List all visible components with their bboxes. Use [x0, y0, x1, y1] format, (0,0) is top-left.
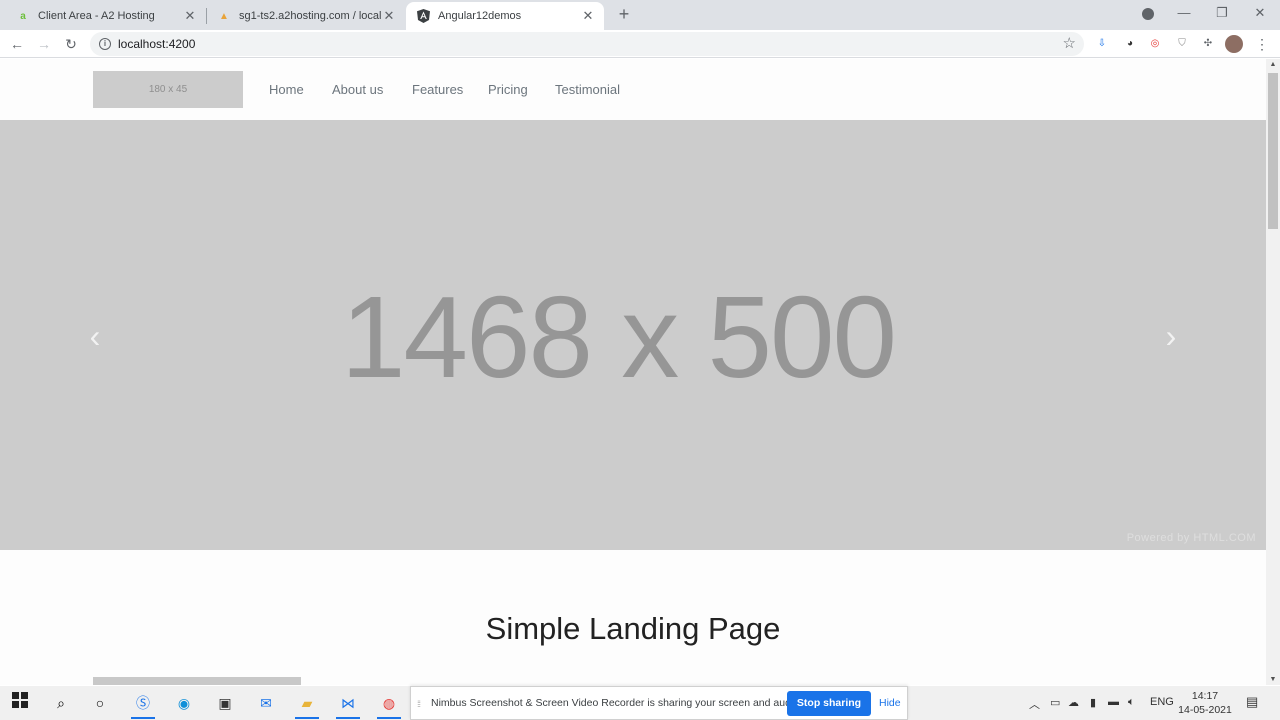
- scroll-down-icon[interactable]: ▼: [1269, 676, 1277, 683]
- clock-time: 14:17: [1191, 690, 1219, 702]
- tab-title: Client Area - A2 Hosting: [38, 10, 155, 22]
- chrome-icon[interactable]: ◍: [378, 692, 400, 714]
- forward-icon[interactable]: →: [34, 34, 54, 54]
- tray-chevron-icon[interactable]: ︿: [1029, 696, 1040, 712]
- scroll-up-icon[interactable]: ▲: [1269, 61, 1277, 68]
- angular-icon: [416, 9, 430, 23]
- browser-toolbar: ← → ↻ i localhost:4200 ☆ ⇩ ◕ ◎ ⛉ ✣ ⋮: [0, 30, 1280, 58]
- tab-title: sg1-ts2.a2hosting.com / localhos: [239, 10, 381, 22]
- language-indicator[interactable]: ENG: [1150, 696, 1174, 708]
- drag-handle-icon[interactable]: ⁞⁞: [417, 699, 421, 709]
- url-text[interactable]: localhost:4200: [118, 37, 195, 51]
- carousel-prev-icon[interactable]: ‹: [80, 316, 110, 356]
- minimize-icon[interactable]: —: [1166, 0, 1202, 28]
- extensions-puzzle-icon[interactable]: ✣: [1199, 35, 1217, 53]
- page-title: Simple Landing Page: [485, 611, 781, 646]
- tab-phpmyadmin[interactable]: ▲ sg1-ts2.a2hosting.com / localhos ✕: [207, 2, 405, 30]
- nav-testimonial[interactable]: Testimonial: [555, 82, 620, 97]
- page-viewport: 180 x 45 Home About us Features Pricing …: [0, 59, 1266, 685]
- profile-dropdown-icon[interactable]: [1130, 0, 1166, 28]
- new-tab-icon[interactable]: +: [614, 5, 634, 25]
- system-clock[interactable]: 14:17 14-05-2021: [1176, 689, 1234, 717]
- extension-record-icon[interactable]: ◎: [1146, 35, 1164, 53]
- tab-angular12demos[interactable]: Angular12demos ✕: [406, 2, 604, 30]
- active-indicator: [295, 717, 319, 719]
- content-placeholder: [93, 677, 301, 685]
- vscode-icon[interactable]: ⋈: [337, 692, 359, 714]
- extension-shield-icon[interactable]: ⛉: [1173, 35, 1191, 53]
- info-icon[interactable]: i: [99, 38, 111, 50]
- windows-start-icon[interactable]: [9, 692, 31, 714]
- tray-meet-icon[interactable]: ▭: [1050, 696, 1060, 709]
- address-bar[interactable]: i localhost:4200 ☆: [90, 32, 1084, 56]
- active-indicator: [336, 717, 360, 719]
- reload-icon[interactable]: ↻: [61, 34, 81, 54]
- screen-sharing-banner: ⁞⁞ Nimbus Screenshot & Screen Video Reco…: [410, 686, 908, 720]
- nav-pricing[interactable]: Pricing: [488, 82, 528, 97]
- close-tab-icon[interactable]: ✕: [182, 8, 198, 24]
- notifications-icon[interactable]: ▤: [1246, 694, 1258, 710]
- site-navbar: 180 x 45 Home About us Features Pricing …: [0, 59, 1266, 120]
- file-explorer-icon[interactable]: ▰: [296, 692, 318, 714]
- restore-icon[interactable]: ❐: [1204, 0, 1240, 28]
- carousel-next-icon[interactable]: ›: [1156, 316, 1186, 356]
- back-icon[interactable]: ←: [7, 34, 27, 54]
- nav-about-us[interactable]: About us: [332, 82, 383, 97]
- page-scrollbar[interactable]: ▲ ▼: [1266, 59, 1280, 685]
- battery-icon[interactable]: ▬: [1108, 696, 1119, 708]
- nav-home[interactable]: Home: [269, 82, 304, 97]
- close-window-icon[interactable]: ✕: [1242, 0, 1278, 28]
- tab-client-area[interactable]: a Client Area - A2 Hosting ✕: [0, 2, 206, 30]
- sharing-message: Nimbus Screenshot & Screen Video Recorde…: [431, 697, 803, 709]
- menu-kebab-icon[interactable]: ⋮: [1253, 35, 1271, 53]
- active-indicator: [131, 717, 155, 719]
- avatar[interactable]: [1225, 35, 1243, 53]
- hide-button[interactable]: Hide: [879, 697, 901, 709]
- close-tab-icon[interactable]: ✕: [580, 8, 596, 24]
- volume-icon[interactable]: 🔈︎: [1128, 696, 1135, 709]
- onedrive-icon[interactable]: ☁: [1068, 696, 1079, 709]
- stop-sharing-button[interactable]: Stop sharing: [787, 691, 871, 716]
- clock-date: 14-05-2021: [1178, 704, 1232, 716]
- mic-icon[interactable]: ▮: [1090, 696, 1096, 709]
- tab-title: Angular12demos: [438, 10, 522, 22]
- nav-features[interactable]: Features: [412, 82, 463, 97]
- extension-download-icon[interactable]: ⇩: [1093, 35, 1111, 53]
- tab-strip: a Client Area - A2 Hosting ✕ ▲ sg1-ts2.a…: [0, 0, 1280, 30]
- skype-icon[interactable]: Ⓢ: [132, 692, 154, 714]
- site-logo-placeholder[interactable]: 180 x 45: [93, 71, 243, 108]
- edge-icon[interactable]: ◉: [173, 692, 195, 714]
- extension-na-icon[interactable]: ◕: [1121, 35, 1139, 53]
- close-tab-icon[interactable]: ✕: [381, 8, 397, 24]
- search-icon[interactable]: ⌕: [50, 692, 72, 714]
- hero-carousel: 1468 x 500 ‹ › Powered by HTML.COM: [0, 120, 1266, 550]
- powered-by-label: Powered by HTML.COM: [1126, 532, 1256, 544]
- mail-icon[interactable]: ✉: [255, 692, 277, 714]
- a2-hosting-icon: a: [20, 10, 26, 22]
- scroll-thumb[interactable]: [1268, 73, 1278, 229]
- active-indicator: [377, 717, 401, 719]
- phpmyadmin-icon: ▲: [219, 10, 229, 22]
- store-icon[interactable]: ▣: [214, 692, 236, 714]
- hero-placeholder-text: 1468 x 500: [340, 272, 897, 402]
- cortana-icon[interactable]: ○: [89, 692, 111, 714]
- bookmark-star-icon[interactable]: ☆: [1063, 34, 1076, 52]
